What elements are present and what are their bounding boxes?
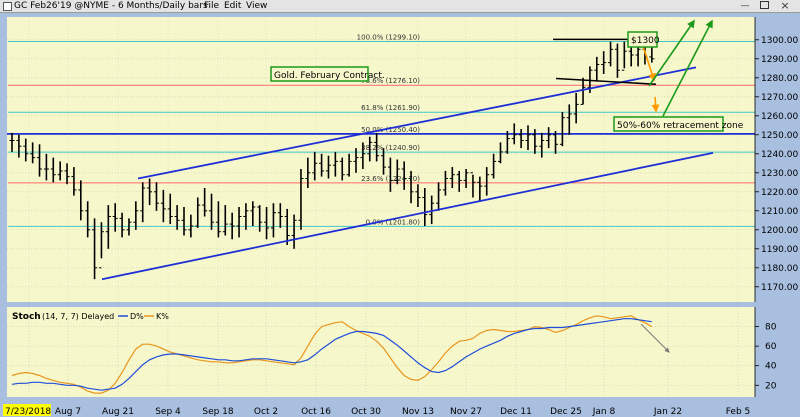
chart-icon [3,2,12,11]
price-tick-label: 1300.00 [761,36,798,46]
menu-view[interactable]: View [246,0,267,12]
date-tick-label: 7/23/2018 [5,407,51,417]
annotation-gold-feb-contract-text: Gold. February Contract. [274,71,385,81]
stoch-tick-label: 60 [765,342,777,352]
orange-pullback-arrow-2 [651,96,660,113]
date-tick-label: Oct 2 [254,407,278,417]
fib-level-label: 61.8% (1261.90) [361,104,420,112]
annotation-1300-text: $1300 [631,36,660,46]
window-title: GC Feb26'19 @NYME - 6 Months/Daily bars [14,1,208,11]
price-tick-label: 1290.00 [761,55,798,65]
chart-canvas: 100.0% (1299.10)78.6% (1276.10)61.8% (12… [0,13,800,417]
date-tick-label: Aug 21 [102,407,134,417]
date-tick-label: Jan 22 [653,407,682,417]
date-tick-label: Dec 11 [500,407,532,417]
date-tick-label: Sep 18 [202,407,234,417]
panel-separator [0,302,800,307]
price-tick-label: 1280.00 [761,74,798,84]
price-tick-label: 1270.00 [761,93,798,103]
price-tick-label: 1180.00 [761,264,798,274]
restore-icon[interactable] [760,1,769,9]
price-tick-label: 1240.00 [761,150,798,160]
price-tick-label: 1260.00 [761,112,798,122]
price-tick-label: 1190.00 [761,245,798,255]
stoch-tick-label: 20 [765,381,777,391]
price-tick-label: 1210.00 [761,207,798,217]
annotation-1300: $1300 [627,31,660,48]
price-panel [7,17,755,302]
date-tick-label: Aug 7 [55,407,81,417]
menu-edit[interactable]: Edit [224,0,241,12]
title-bar: GC Feb26'19 @NYME - 6 Months/Daily bars … [0,0,800,13]
date-tick-label: Feb 5 [726,407,751,417]
menu-file[interactable]: File [204,0,219,12]
date-tick-label: Jan 8 [592,407,616,417]
price-tick-label: 1200.00 [761,226,798,236]
close-icon[interactable]: × [779,0,791,12]
stoch-legend-k: K% [156,312,169,321]
date-tick-label: Oct 16 [301,407,331,417]
stoch-legend-title: Stoch [12,312,41,322]
price-tick-label: 1220.00 [761,188,798,198]
date-tick-label: Nov 13 [402,407,434,417]
price-tick-label: 1170.00 [761,283,798,293]
date-tick-label: Oct 30 [351,407,381,417]
date-tick-label: Sep 4 [155,407,181,417]
date-tick-label: Nov 27 [450,407,482,417]
stoch-tick-label: 80 [765,323,777,333]
date-tick-label: Dec 25 [550,407,582,417]
fib-level-label: 100.0% (1299.10) [357,34,421,42]
stoch-tick-label: 40 [765,362,777,372]
price-tick-label: 1250.00 [761,131,798,141]
annotation-retracement-zone-text: 50%-60% retracement zone [617,121,744,131]
stoch-legend-d: D% [130,312,144,321]
price-tick-label: 1230.00 [761,169,798,179]
stoch-legend-params: (14, 7, 7) Delayed [42,312,114,321]
minimize-icon[interactable]: — [740,1,750,11]
annotation-gold-feb-contract: Gold. February Contract. [270,66,385,82]
